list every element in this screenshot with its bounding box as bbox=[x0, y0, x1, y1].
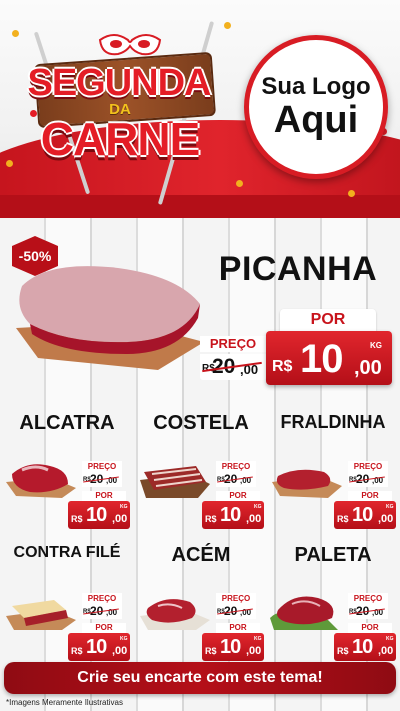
price-cents: ,00 bbox=[246, 513, 262, 525]
price-currency: R$ bbox=[205, 646, 217, 656]
title-segunda: SEGUNDA bbox=[27, 62, 211, 104]
price-tag: R$ 10 ,00 KG bbox=[202, 501, 264, 529]
meat-icon bbox=[140, 466, 210, 498]
old-price: R$ 20 ,00 bbox=[82, 604, 122, 619]
price-cents: ,00 bbox=[112, 513, 128, 525]
preco-label: PREÇO bbox=[82, 461, 122, 472]
header-banner: SEGUNDA DA CARNE Sua Logo Aqui bbox=[0, 0, 400, 218]
old-price: R$ 20 ,00 bbox=[216, 604, 256, 619]
cta-button[interactable]: Crie seu encarte com este tema! bbox=[4, 662, 396, 694]
hero-price: R$ 10 ,00 KG bbox=[266, 331, 392, 385]
old-price: R$ 20 ,00 bbox=[348, 472, 388, 487]
por-label: POR bbox=[82, 491, 126, 501]
meat-icon bbox=[140, 599, 210, 630]
hero-product-name: PICANHA bbox=[218, 250, 378, 288]
hero-por-label: POR bbox=[280, 309, 376, 331]
product-name: ALCATRA bbox=[19, 412, 115, 434]
hero-old-price: R$ 20 ,00 bbox=[200, 354, 266, 380]
old-price: R$ 20 ,00 bbox=[348, 604, 388, 619]
price-unit: KG bbox=[254, 504, 262, 510]
preco-label: PREÇO bbox=[216, 461, 256, 472]
product-name: ACÉM bbox=[171, 544, 231, 566]
price-unit: KG bbox=[386, 636, 394, 642]
meat-icon bbox=[270, 596, 338, 630]
product-card-contra-file: CONTRA FILÉ PREÇO R$ 20 ,00 POR R$ 10 ,0… bbox=[2, 544, 132, 664]
product-card-costela: COSTELA PREÇO R$ 20 ,00 POR R$ 10 ,00 KG bbox=[136, 412, 266, 532]
meat-icon bbox=[6, 464, 76, 498]
price-tag: R$ 10 ,00 KG bbox=[68, 633, 130, 661]
old-price: R$ 20 ,00 bbox=[216, 472, 256, 487]
preco-label: PREÇO bbox=[82, 593, 122, 604]
product-name: CONTRA FILÉ bbox=[13, 544, 121, 561]
carnival-mask-icon bbox=[98, 34, 162, 56]
disclaimer-note: *Imagens Meramente Ilustrativas bbox=[6, 698, 123, 707]
product-card-alcatra: ALCATRA PREÇO R$ 20 ,00 POR R$ 10 ,00 KG bbox=[2, 412, 132, 532]
confetti-dot bbox=[224, 22, 231, 29]
product-card-paleta: PALETA PREÇO R$ 20 ,00 POR R$ 10 ,00 KG bbox=[268, 544, 398, 664]
confetti-dot bbox=[236, 180, 243, 187]
price-cents: ,00 bbox=[354, 357, 382, 379]
preco-label: PREÇO bbox=[216, 593, 256, 604]
price-unit: KG bbox=[120, 504, 128, 510]
price-unit: KG bbox=[386, 504, 394, 510]
price-unit: KG bbox=[370, 341, 382, 350]
confetti-dot bbox=[12, 30, 19, 37]
price-int: 10 bbox=[220, 504, 241, 526]
por-label: POR bbox=[348, 491, 392, 501]
product-name: FRALDINHA bbox=[280, 412, 386, 432]
preco-label: PREÇO bbox=[348, 593, 388, 604]
price-int: 10 bbox=[220, 636, 241, 658]
price-tag: R$ 10 ,00 KG bbox=[334, 501, 396, 529]
price-cents: ,00 bbox=[378, 645, 394, 657]
price-currency: R$ bbox=[71, 514, 83, 524]
product-card-acem: ACÉM PREÇO R$ 20 ,00 POR R$ 10 ,00 KG bbox=[136, 544, 266, 664]
hero-preco-label: PREÇO bbox=[200, 336, 266, 352]
logo-line2: Aqui bbox=[273, 99, 359, 141]
product-card-fraldinha: FRALDINHA PREÇO R$ 20 ,00 POR R$ 10 ,00 … bbox=[268, 412, 398, 532]
price-cents: ,00 bbox=[112, 645, 128, 657]
price-unit: KG bbox=[254, 636, 262, 642]
meat-icon bbox=[6, 600, 76, 630]
price-currency: R$ bbox=[71, 646, 83, 656]
price-int: 10 bbox=[352, 504, 373, 526]
price-cents: ,00 bbox=[246, 645, 262, 657]
logo-line1: Sua Logo bbox=[261, 73, 371, 100]
por-label: POR bbox=[216, 623, 260, 633]
price-cents: ,00 bbox=[378, 513, 394, 525]
price-int: 10 bbox=[352, 636, 373, 658]
price-int: 10 bbox=[86, 636, 107, 658]
confetti-dot bbox=[6, 160, 13, 167]
meat-icon bbox=[272, 469, 342, 498]
price-currency: R$ bbox=[337, 646, 349, 656]
header-band bbox=[0, 195, 400, 218]
price-tag: R$ 10 ,00 KG bbox=[202, 633, 264, 661]
por-label: POR bbox=[348, 623, 392, 633]
por-label: POR bbox=[216, 491, 260, 501]
preco-label: PREÇO bbox=[348, 461, 388, 472]
old-price: R$ 20 ,00 bbox=[82, 472, 122, 487]
price-currency: R$ bbox=[337, 514, 349, 524]
price-tag: R$ 10 ,00 KG bbox=[334, 633, 396, 661]
title-carne: CARNE bbox=[40, 113, 201, 165]
confetti-dot bbox=[348, 190, 355, 197]
price-currency: R$ bbox=[272, 358, 293, 375]
price-currency: R$ bbox=[205, 514, 217, 524]
product-name: COSTELA bbox=[153, 412, 249, 434]
por-label: POR bbox=[82, 623, 126, 633]
price-int: 10 bbox=[300, 337, 343, 381]
logo-placeholder: Sua Logo Aqui bbox=[244, 35, 388, 179]
price-int: 10 bbox=[86, 504, 107, 526]
product-name: PALETA bbox=[294, 544, 372, 566]
price-unit: KG bbox=[120, 636, 128, 642]
price-tag: R$ 10 ,00 KG bbox=[68, 501, 130, 529]
